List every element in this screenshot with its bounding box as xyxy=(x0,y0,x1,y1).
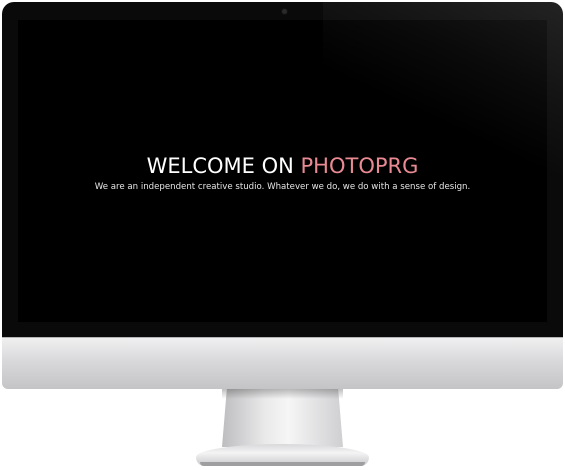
stand-shadow xyxy=(222,389,343,399)
hero-title-prefix: WELCOME ON xyxy=(146,154,301,178)
stand-base-edge xyxy=(200,462,365,466)
hero-title: WELCOME ON PHOTOPRG xyxy=(18,153,547,179)
imac-monitor: WELCOME ON PHOTOPRG We are an independen… xyxy=(0,0,565,470)
hero-brand-name: PHOTOPRG xyxy=(300,154,419,178)
hero-subtitle: We are an independent creative studio. W… xyxy=(94,182,471,192)
monitor-chin xyxy=(2,337,563,389)
monitor-bezel: WELCOME ON PHOTOPRG We are an independen… xyxy=(2,2,563,337)
monitor-screen: WELCOME ON PHOTOPRG We are an independen… xyxy=(18,20,547,322)
hero-section: WELCOME ON PHOTOPRG We are an independen… xyxy=(18,153,547,193)
webcam-icon xyxy=(282,9,287,14)
